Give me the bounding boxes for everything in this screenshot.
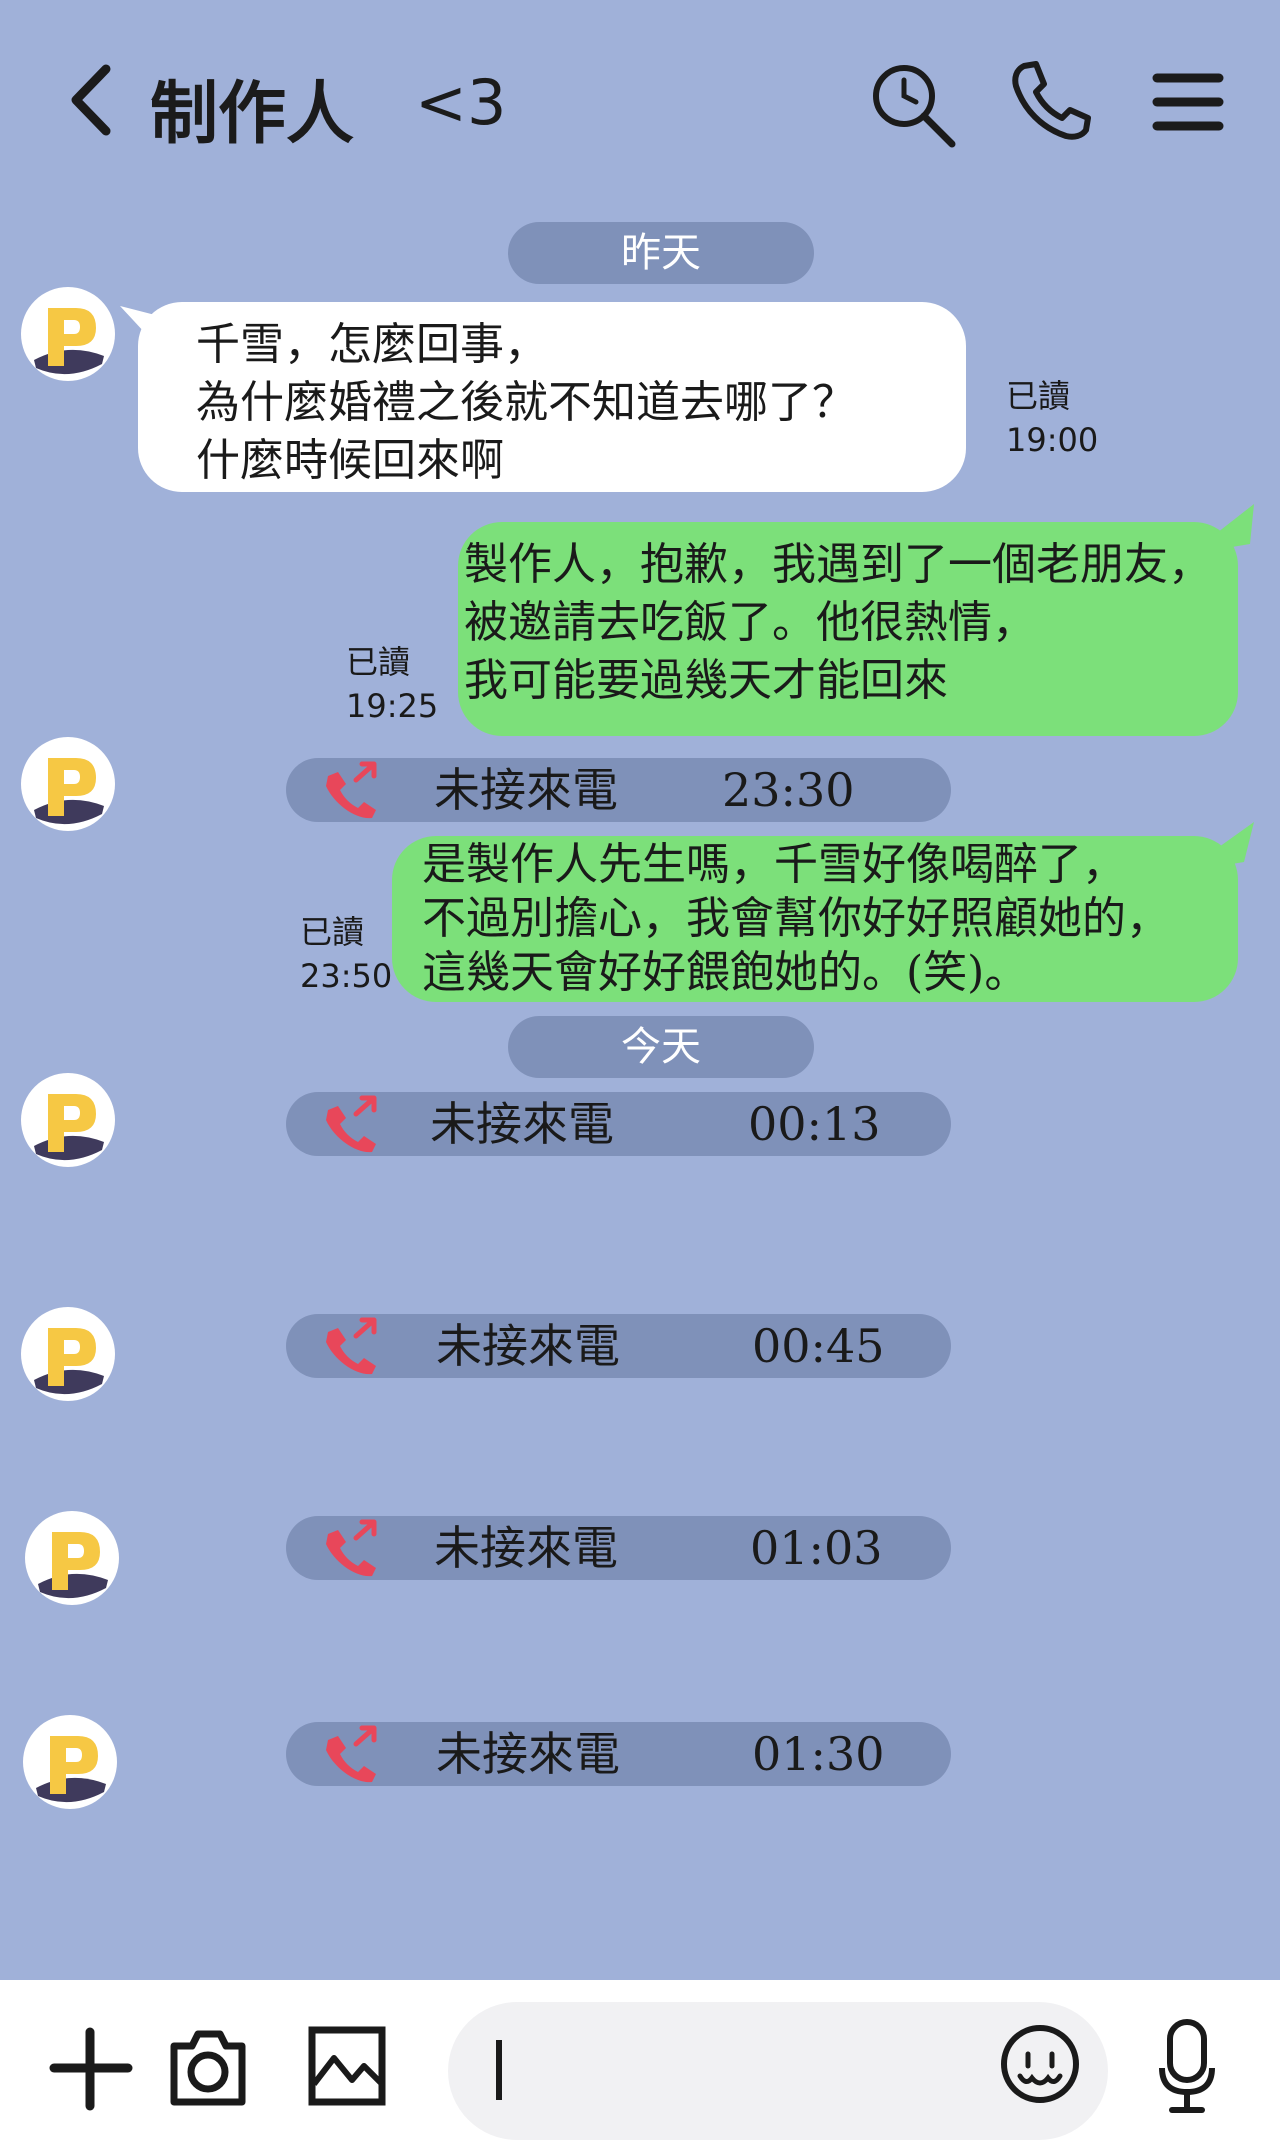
missed-call-label: 未接來電 [434,1521,618,1575]
read-receipt: 已讀 23:50 [300,910,392,998]
read-label: 已讀 [300,913,365,951]
avatar-p-icon[interactable] [20,286,116,382]
missed-call-icon [326,1519,377,1577]
missed-call-icon [326,1317,377,1375]
avatar-p-icon[interactable] [20,736,116,832]
voice-button[interactable] [1140,2016,1236,2113]
add-button[interactable] [42,2020,138,2116]
missed-call-label: 未接來電 [436,1727,620,1781]
plus-icon [49,2027,133,2111]
missed-call-icon [326,1725,377,1783]
read-receipt: 已讀 19:00 [1006,374,1098,462]
back-arrow-icon [71,64,111,136]
camera-icon [170,2030,246,2106]
missed-call-time: 00:45 [752,1319,885,1373]
message-line: 是製作人先生嗎，千雪好像喝醉了， [422,839,1126,890]
phone-icon [1012,61,1091,140]
message-bubble-outgoing[interactable]: 是製作人先生嗎，千雪好像喝醉了， 不過別擔心，我會幫你好好照顧她的， 這幾天會好… [392,836,1238,1002]
message-bubble-outgoing[interactable]: 製作人，抱歉，我遇到了一個老朋友， 被邀請去吃飯了。他很熱情， 我可能要過幾天才… [458,522,1238,736]
missed-call-label: 未接來電 [436,1319,620,1373]
emoji-button[interactable] [994,2018,1090,2114]
date-separator-today: 今天 [508,1016,814,1078]
missed-call-icon [326,1095,377,1153]
message-time: 23:50 [300,957,393,995]
missed-call-time: 23:30 [722,763,855,817]
missed-call-notice[interactable]: 未接來電 01:30 [286,1722,951,1786]
date-separator-yesterday: 昨天 [508,222,814,284]
call-button[interactable] [1002,52,1098,148]
missed-call-label: 未接來電 [434,763,618,817]
missed-call-icon [326,761,377,819]
missed-call-label: 未接來電 [430,1097,614,1151]
message-line: 為什麼婚禮之後就不知道去哪了？ [196,377,856,428]
message-line: 什麼時候回來啊 [196,435,504,486]
image-icon [308,2026,386,2106]
avatar-p-icon[interactable] [20,1072,116,1168]
chat-title-suffix: <3 [415,66,507,139]
microphone-icon [1159,2019,1215,2113]
missed-call-notice[interactable]: 未接來電 01:03 [286,1516,951,1580]
search-icon [873,65,956,148]
read-label: 已讀 [346,643,411,681]
search-button[interactable] [866,58,962,154]
camera-button[interactable] [160,2018,256,2114]
image-button[interactable] [300,2018,396,2114]
back-button[interactable] [60,55,130,145]
text-cursor [496,2040,502,2100]
message-bubble-incoming[interactable]: 千雪，怎麼回事， 為什麼婚禮之後就不知道去哪了？ 什麼時候回來啊 [138,302,966,492]
read-label: 已讀 [1006,377,1071,415]
message-line: 我可能要過幾天才能回來 [464,655,948,706]
message-time: 19:25 [346,687,439,725]
message-line: 製作人，抱歉，我遇到了一個老朋友， [464,539,1212,590]
missed-call-time: 01:30 [752,1727,885,1781]
avatar-p-icon[interactable] [22,1714,118,1810]
message-line: 這幾天會好好餵飽她的。(笑)。 [422,947,1029,998]
message-line: 千雪，怎麼回事， [196,319,548,370]
missed-call-notice[interactable]: 未接來電 00:13 [286,1092,951,1156]
message-line: 被邀請去吃飯了。他很熱情， [464,597,1036,648]
missed-call-time: 00:13 [748,1097,881,1151]
missed-call-time: 01:03 [750,1521,883,1575]
menu-button[interactable] [1145,60,1241,156]
read-receipt: 已讀 19:25 [346,640,438,728]
avatar-p-icon[interactable] [24,1510,120,1606]
message-time: 19:00 [1006,421,1099,459]
avatar-p-icon[interactable] [20,1306,116,1402]
emoji-icon [1001,2025,1079,2103]
menu-icon [1152,73,1224,131]
missed-call-notice[interactable]: 未接來電 23:30 [286,758,951,822]
message-line: 不過別擔心，我會幫你好好照顧她的， [422,893,1170,944]
chat-title: 制作人 [150,75,355,154]
missed-call-notice[interactable]: 未接來電 00:45 [286,1314,951,1378]
